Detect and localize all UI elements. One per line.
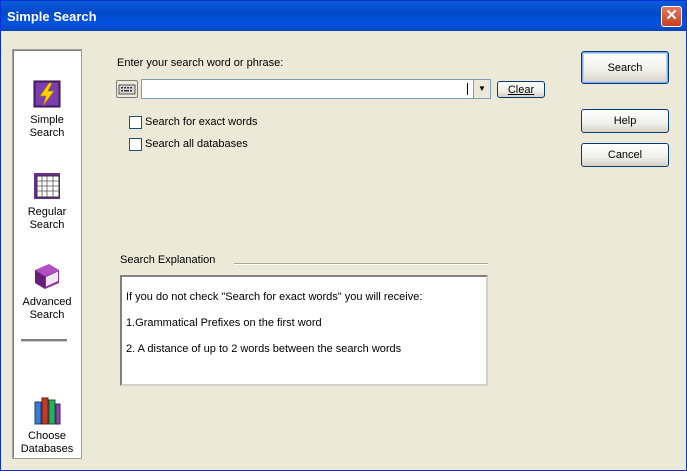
nav-label: Search (29, 219, 65, 231)
nav-label: Search (29, 127, 65, 139)
nav-label: Choose (28, 430, 66, 442)
exact-words-label[interactable]: Search for exact words (145, 116, 258, 128)
close-button[interactable]: ✕ (661, 6, 682, 27)
exact-words-checkbox[interactable] (129, 116, 142, 129)
nav-separator (21, 339, 67, 342)
clear-button[interactable]: Clear (497, 81, 545, 98)
virtual-keyboard-button[interactable] (116, 80, 138, 98)
explanation-line: If you do not check "Search for exact wo… (126, 291, 423, 303)
explanation-title: Search Explanation (120, 254, 216, 266)
explanation-line: 2. A distance of up to 2 words between t… (126, 343, 402, 355)
title-bar[interactable]: Simple Search ✕ (1, 1, 686, 31)
search-history-dropdown[interactable]: ▼ (473, 80, 490, 98)
all-databases-label[interactable]: Search all databases (145, 138, 248, 150)
search-button-label: Search (607, 61, 643, 74)
nav-label: Search (29, 309, 65, 321)
clear-button-label: Clear (507, 83, 535, 96)
group-divider (234, 263, 488, 265)
nav-label: Advanced (22, 296, 72, 308)
search-button[interactable]: Search (581, 51, 669, 84)
search-prompt-label: Enter your search word or phrase: (117, 57, 284, 69)
window-title: Simple Search (7, 9, 97, 24)
purple-book-icon (35, 264, 59, 289)
nav-label: Simple (30, 114, 64, 126)
close-icon: ✕ (665, 7, 678, 24)
chevron-down-icon: ▼ (478, 84, 486, 93)
grid-book-icon (34, 173, 60, 199)
search-input[interactable] (142, 80, 472, 98)
help-button[interactable]: Help (581, 109, 669, 133)
simple-search-dialog: Simple Search ✕ Simple Search Regular Se… (0, 0, 687, 471)
dialog-body: Simple Search Regular Search Advanced Se… (4, 31, 683, 468)
help-button-label: Help (613, 115, 637, 127)
cancel-button-label: Cancel (607, 149, 643, 161)
all-databases-checkbox[interactable] (129, 138, 142, 151)
keyboard-icon (118, 84, 136, 95)
nav-regular-search[interactable]: Regular Search (13, 170, 81, 232)
search-mode-nav: Simple Search Regular Search Advanced Se… (12, 49, 82, 459)
nav-label: Regular (27, 206, 67, 218)
text-cursor (467, 83, 468, 95)
nav-choose-databases[interactable]: Choose Databases (13, 394, 81, 456)
cancel-button[interactable]: Cancel (581, 143, 669, 167)
books-icon (34, 397, 61, 425)
lightning-book-icon (33, 80, 61, 108)
search-combobox[interactable]: ▼ (141, 79, 491, 99)
nav-label: Databases (20, 443, 74, 455)
explanation-line: 1.Grammatical Prefixes on the first word (126, 317, 322, 329)
nav-simple-search[interactable]: Simple Search (13, 78, 81, 140)
nav-advanced-search[interactable]: Advanced Search (13, 260, 81, 322)
explanation-box: If you do not check "Search for exact wo… (120, 275, 488, 386)
